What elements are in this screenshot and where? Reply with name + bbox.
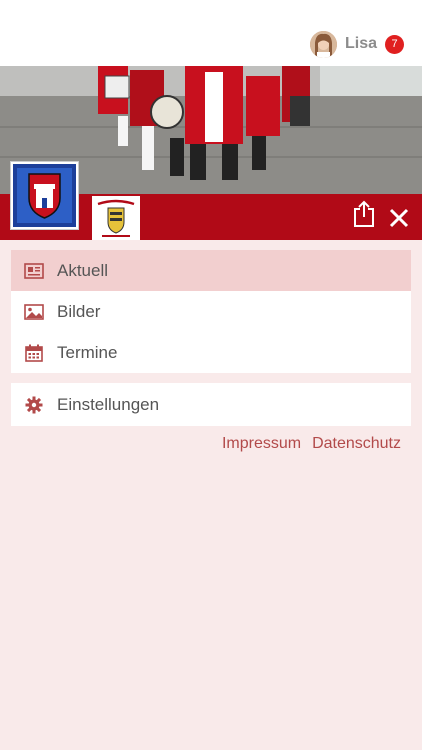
user-name: Lisa	[344, 35, 377, 52]
close-icon	[389, 208, 409, 228]
menu-item-label: Aktuell	[57, 260, 109, 280]
close-button[interactable]	[388, 207, 410, 229]
menu-item-aktuell[interactable]: Aktuell	[11, 250, 411, 291]
gear-icon	[11, 396, 57, 414]
club-logo[interactable]	[10, 161, 79, 230]
datenschutz-link[interactable]: Datenschutz	[312, 435, 401, 453]
user-profile[interactable]: Lisa 7	[309, 29, 404, 59]
avatar[interactable]	[309, 30, 337, 58]
footer-links: Impressum Datenschutz	[222, 435, 401, 453]
menu-item-label: Einstellungen	[57, 394, 160, 414]
impressum-link[interactable]: Impressum	[222, 435, 301, 453]
settings-menu: Einstellungen	[11, 383, 411, 426]
menu-item-termine[interactable]: Termine	[11, 332, 411, 373]
menu-item-label: Bilder	[57, 301, 101, 321]
image-icon	[11, 303, 57, 320]
menu-item-label: Termine	[57, 342, 118, 362]
menu-item-einstellungen[interactable]: Einstellungen	[11, 383, 411, 426]
notification-badge[interactable]: 7	[385, 34, 404, 54]
musikcorps-logo[interactable]	[92, 196, 140, 240]
share-icon	[354, 200, 374, 227]
share-button[interactable]	[352, 200, 376, 228]
newspaper-icon	[11, 262, 57, 279]
menu-item-bilder[interactable]: Bilder	[11, 291, 411, 332]
main-menu: Aktuell Bilder Termine	[11, 250, 411, 373]
calendar-icon	[11, 344, 57, 362]
top-bar: Lisa 7	[0, 0, 422, 66]
